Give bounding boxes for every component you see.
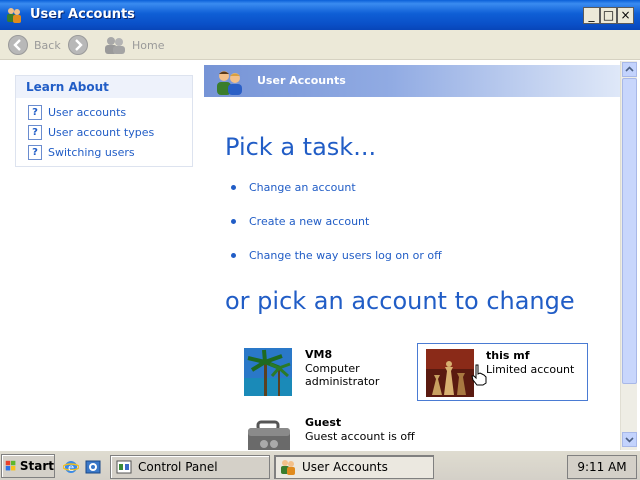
learn-about-panel: Learn About ? User accounts ? User accou… — [15, 75, 193, 167]
pick-account-heading: or pick an account to change — [225, 287, 575, 315]
left-pane: Learn About ? User accounts ? User accou… — [0, 61, 204, 450]
hand-cursor-icon — [471, 364, 487, 386]
back-arrow-icon — [8, 35, 28, 55]
briefcase-picture — [248, 420, 290, 450]
palm-trees-picture — [244, 348, 292, 396]
window-title: User Accounts — [30, 7, 135, 22]
windows-logo-icon — [5, 460, 16, 471]
account-name: VM8 — [305, 348, 333, 361]
title-bar[interactable]: User Accounts _ □ × — [0, 0, 640, 30]
learn-item-switching-users[interactable]: ? Switching users — [28, 144, 135, 160]
task-label: Change the way users log on or off — [249, 248, 442, 262]
control-panel-icon — [116, 460, 132, 474]
start-button[interactable]: Start — [1, 454, 55, 478]
close-button[interactable]: × — [617, 7, 634, 24]
forward-button[interactable] — [68, 34, 88, 56]
home-label: Home — [132, 38, 165, 52]
account-vm8[interactable]: VM8 Computer administrator — [244, 348, 404, 404]
clock[interactable]: 9:11 AM — [567, 455, 637, 479]
back-button[interactable]: Back — [8, 34, 61, 56]
learn-item-label: Switching users — [48, 145, 135, 159]
account-type: Limited account — [486, 363, 575, 376]
vertical-scrollbar[interactable] — [620, 61, 637, 450]
learn-item-label: User account types — [48, 125, 155, 139]
account-type: Computer administrator — [305, 362, 380, 388]
task-label: Change an account — [249, 180, 356, 194]
minimize-button[interactable]: _ — [583, 7, 600, 24]
internet-explorer-icon[interactable]: e — [63, 459, 79, 475]
outlook-express-icon[interactable] — [85, 459, 101, 475]
chess-pieces-picture — [426, 349, 474, 397]
back-label: Back — [34, 38, 61, 52]
bullet-icon — [231, 252, 236, 258]
banner-title: User Accounts — [257, 74, 346, 87]
header-banner: User Accounts — [204, 65, 620, 97]
users-icon — [281, 460, 295, 475]
scroll-down-button[interactable] — [622, 432, 637, 447]
account-this-mf[interactable]: this mf Limited account — [417, 343, 588, 401]
help-icon: ? — [28, 144, 42, 160]
learn-item-user-accounts[interactable]: ? User accounts — [28, 104, 126, 120]
account-type: Guest account is off — [305, 430, 415, 443]
pick-task-heading: Pick a task... — [225, 133, 377, 161]
taskbar-user-accounts[interactable]: User Accounts — [274, 455, 434, 479]
users-icon — [7, 8, 21, 23]
toolbar: Back Home — [0, 30, 640, 60]
start-label: Start — [19, 459, 54, 473]
forward-arrow-icon — [68, 35, 88, 55]
chevron-up-icon — [625, 66, 634, 72]
learn-about-heading: Learn About — [16, 76, 192, 98]
maximize-button[interactable]: □ — [600, 7, 617, 24]
taskbar-button-label: Control Panel — [138, 460, 218, 474]
task-label: Create a new account — [249, 214, 370, 228]
taskbar: Start e Control Panel User Accounts 9:11… — [0, 450, 640, 480]
account-name: this mf — [486, 349, 530, 362]
help-icon: ? — [28, 104, 42, 120]
taskbar-button-label: User Accounts — [302, 460, 388, 474]
scroll-thumb[interactable] — [622, 78, 637, 384]
learn-item-user-account-types[interactable]: ? User account types — [28, 124, 154, 140]
users-home-icon — [105, 37, 125, 54]
taskbar-control-panel[interactable]: Control Panel — [110, 455, 270, 479]
home-button[interactable]: Home — [104, 34, 164, 56]
scroll-up-button[interactable] — [622, 62, 637, 77]
main-pane: User Accounts Pick a task... Change an a… — [204, 61, 620, 450]
bullet-icon — [231, 218, 236, 224]
bullet-icon — [231, 184, 236, 190]
user-accounts-window: User Accounts _ □ × Back Home Learn Abou… — [0, 0, 640, 450]
account-guest[interactable]: Guest Guest account is off — [244, 416, 424, 450]
svg-text:e: e — [68, 463, 74, 474]
task-create-account[interactable]: Create a new account — [231, 213, 369, 229]
task-change-account[interactable]: Change an account — [231, 179, 356, 195]
help-icon: ? — [28, 124, 42, 140]
task-change-logon[interactable]: Change the way users log on or off — [231, 247, 442, 263]
account-name: Guest — [305, 416, 342, 429]
learn-item-label: User accounts — [48, 105, 127, 119]
users-icon — [217, 71, 242, 95]
chevron-down-icon — [625, 437, 634, 443]
